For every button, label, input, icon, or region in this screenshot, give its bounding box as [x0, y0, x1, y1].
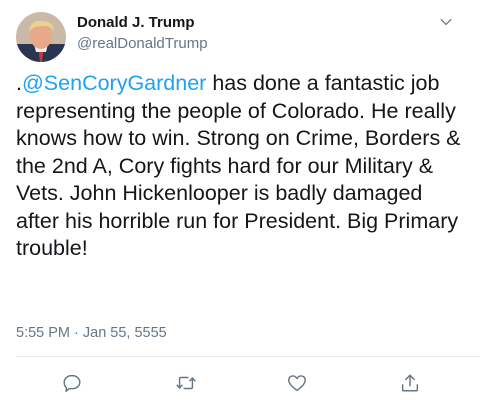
author-handle[interactable]: @realDonaldTrump	[77, 35, 208, 52]
reply-icon	[63, 374, 81, 392]
reply-button[interactable]	[60, 371, 84, 395]
tweet-menu-button[interactable]	[436, 12, 456, 32]
retweet-button[interactable]	[174, 371, 198, 395]
avatar-image	[16, 12, 66, 62]
chevron-down-icon	[440, 18, 452, 26]
timestamp[interactable]: 5:55 PM · Jan 55, 5555	[16, 325, 167, 341]
avatar[interactable]	[16, 12, 66, 62]
author-name[interactable]: Donald J. Trump	[77, 14, 195, 31]
share-button[interactable]	[398, 371, 422, 395]
tweet-text: .@SenCoryGardner has done a fantastic jo…	[16, 70, 461, 263]
heart-icon	[288, 375, 306, 392]
divider	[16, 356, 480, 357]
retweet-icon	[176, 376, 196, 390]
share-icon	[401, 374, 419, 392]
tweet-text-body: has done a fantastic job representing th…	[16, 71, 461, 260]
like-button[interactable]	[285, 371, 309, 395]
mention-link[interactable]: @SenCoryGardner	[22, 71, 206, 95]
